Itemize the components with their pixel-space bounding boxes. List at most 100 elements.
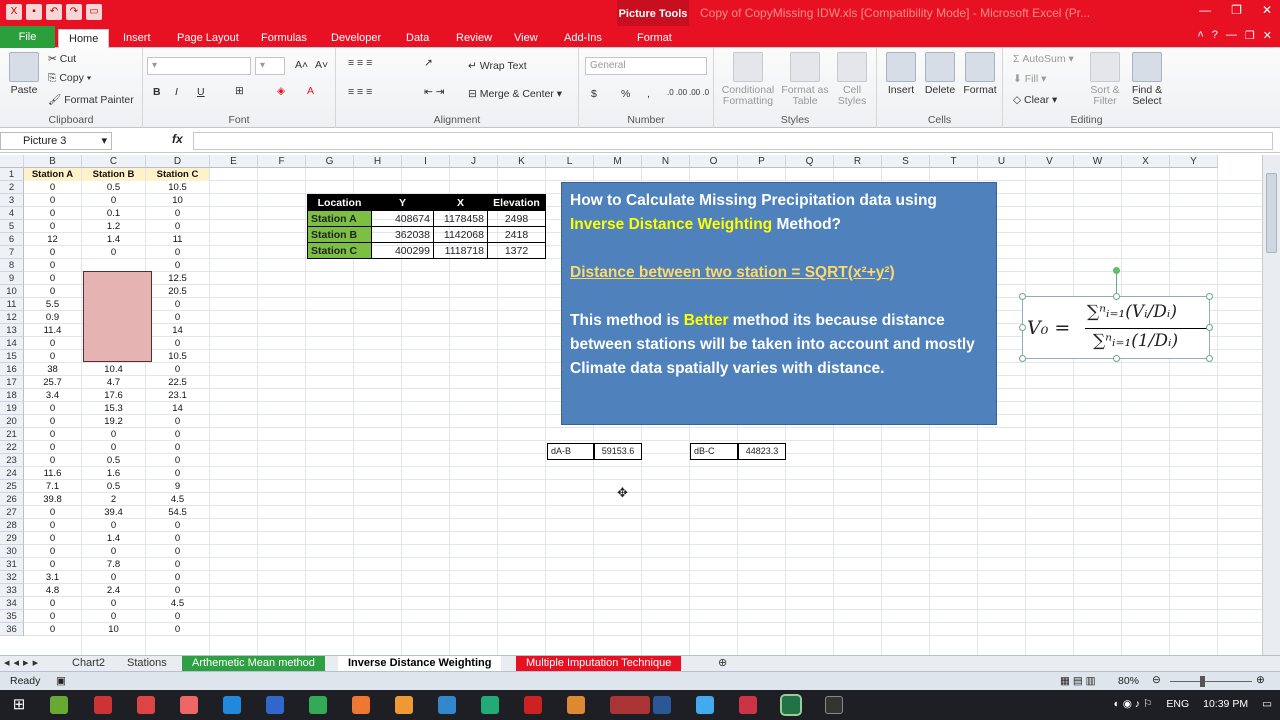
app-icon[interactable]	[223, 696, 241, 714]
data-cell[interactable]: 0	[24, 259, 81, 272]
tab-view[interactable]: View	[514, 29, 538, 48]
data-cell[interactable]: 1.2	[82, 220, 145, 233]
data-cell[interactable]: 15.3	[82, 402, 145, 415]
data-cell[interactable]: 1.6	[82, 467, 145, 480]
font-size-dropdown[interactable]: ▾	[255, 57, 285, 75]
row-header[interactable]: 21	[0, 428, 24, 441]
app-icon[interactable]	[481, 696, 499, 714]
location-cell[interactable]: Station A	[307, 210, 372, 227]
data-cell[interactable]: 0	[146, 337, 209, 350]
data-cell[interactable]: 0	[24, 337, 81, 350]
data-cell[interactable]: 0	[146, 415, 209, 428]
minimize-icon[interactable]: —	[1199, 3, 1211, 17]
column-header[interactable]: E	[210, 155, 258, 168]
row-header[interactable]: 18	[0, 389, 24, 402]
sheet-tab-arithmetic-mean[interactable]: Arthemetic Mean method	[182, 656, 325, 671]
app-icon[interactable]	[524, 696, 542, 714]
data-cell[interactable]: 38	[24, 363, 81, 376]
column-header[interactable]: C	[82, 155, 146, 168]
data-cell[interactable]: 0	[146, 298, 209, 311]
data-cell[interactable]: 0	[82, 610, 145, 623]
x-header[interactable]: X	[433, 194, 488, 211]
resize-handle[interactable]	[1019, 355, 1026, 362]
clear-button[interactable]: ◇ Clear ▾	[1013, 94, 1057, 106]
column-header[interactable]: K	[498, 155, 546, 168]
data-cell[interactable]: 9	[146, 480, 209, 493]
data-cell[interactable]: 4.7	[82, 376, 145, 389]
fill-button[interactable]: ⬇ Fill ▾	[1013, 73, 1046, 85]
row-header[interactable]: 14	[0, 337, 24, 350]
y-cell[interactable]: 362038	[371, 226, 434, 243]
worksheet-grid[interactable]: BCDEFGHIJKLMNOPQRSTUVWXY 1 2 3 4 5 6 7 8 9 10 11 12…	[0, 155, 1262, 655]
data-cell[interactable]: 0	[24, 623, 81, 636]
grow-font-button[interactable]: A˄	[295, 59, 308, 71]
format-cells-button[interactable]: Format	[961, 52, 999, 96]
elevation-cell[interactable]: 2498	[487, 210, 546, 227]
orientation-icon[interactable]: ↗	[424, 57, 433, 69]
idw-equation-picture[interactable]: V₀ = ∑ⁿᵢ₌₁(Vᵢ/Dᵢ) ∑ⁿᵢ₌₁(1/Dᵢ)	[1019, 267, 1213, 362]
data-cell[interactable]: 0	[24, 519, 81, 532]
merge-center-button[interactable]: ⊟ Merge & Center ▾	[468, 88, 562, 100]
close-icon[interactable]: ✕	[1262, 3, 1272, 17]
row-header[interactable]: 11	[0, 298, 24, 311]
data-cell[interactable]: 0	[82, 571, 145, 584]
column-header[interactable]: S	[882, 155, 930, 168]
clock[interactable]: 10:39 PM	[1203, 698, 1248, 710]
tab-home[interactable]: Home	[58, 29, 110, 48]
data-cell[interactable]: 20.5	[146, 285, 209, 298]
column-header[interactable]: Y	[1170, 155, 1218, 168]
data-cell[interactable]: 0	[24, 402, 81, 415]
location-header[interactable]: Location	[307, 194, 372, 211]
elevation-header[interactable]: Elevation	[487, 194, 546, 211]
app-icon[interactable]	[94, 696, 112, 714]
row-header[interactable]: 29	[0, 532, 24, 545]
data-cell[interactable]: 0	[146, 207, 209, 220]
font-color-icon[interactable]: A	[307, 85, 314, 97]
app-icon[interactable]	[395, 696, 413, 714]
column-header[interactable]: F	[258, 155, 306, 168]
data-cell[interactable]: 0	[82, 441, 145, 454]
data-cell[interactable]: 10.4	[82, 363, 145, 376]
data-cell[interactable]: 7.8	[82, 558, 145, 571]
dab-label-cell[interactable]: dA-B	[547, 443, 594, 460]
decrease-decimal-button[interactable]: .00 .0	[689, 88, 709, 97]
tab-format[interactable]: Format	[637, 29, 672, 48]
data-cell[interactable]: 0	[24, 558, 81, 571]
row-header[interactable]: 33	[0, 584, 24, 597]
row-header[interactable]: 34	[0, 597, 24, 610]
data-cell[interactable]: 0	[24, 428, 81, 441]
cut-button[interactable]: ✂ Cut	[48, 53, 76, 65]
tab-developer[interactable]: Developer	[331, 29, 381, 48]
data-cell[interactable]: 3.4	[24, 389, 81, 402]
data-cell[interactable]: 0	[24, 246, 81, 259]
data-cell[interactable]: 0	[146, 545, 209, 558]
autosum-button[interactable]: Σ AutoSum ▾	[1013, 53, 1074, 65]
underline-button[interactable]: U	[197, 86, 205, 98]
data-cell[interactable]: 0	[82, 597, 145, 610]
conditional-formatting-button[interactable]: Conditional Formatting	[718, 52, 778, 107]
insert-function-icon[interactable]: fx	[172, 132, 183, 146]
doc-close-icon[interactable]: ✕	[1263, 29, 1272, 42]
tab-page-layout[interactable]: Page Layout	[177, 29, 239, 48]
data-cell[interactable]: 0	[146, 246, 209, 259]
data-cell[interactable]: 1.4	[82, 233, 145, 246]
app-icon[interactable]	[438, 696, 456, 714]
app-icon[interactable]	[309, 696, 327, 714]
sheet-tab-multiple-imputation[interactable]: Multiple Imputation Technique	[516, 656, 682, 671]
tab-file[interactable]: File	[0, 26, 55, 48]
data-cell[interactable]: 7.1	[24, 480, 81, 493]
data-cell[interactable]: 39.4	[82, 506, 145, 519]
macro-record-icon[interactable]: ▣	[56, 675, 66, 687]
number-format-dropdown[interactable]: General	[585, 57, 707, 75]
app-icon[interactable]	[50, 696, 68, 714]
x-cell[interactable]: 1118718	[433, 242, 488, 259]
app-icon[interactable]	[610, 696, 650, 714]
column-header[interactable]: B	[24, 155, 82, 168]
column-header[interactable]: W	[1074, 155, 1122, 168]
zoom-level[interactable]: 80%	[1118, 675, 1139, 687]
zoom-in-icon[interactable]: ⊕	[1256, 674, 1265, 686]
station-header[interactable]: Station B	[82, 168, 145, 181]
data-cell[interactable]: 0	[24, 545, 81, 558]
borders-icon[interactable]: ⊞	[235, 85, 244, 97]
data-cell[interactable]: 0	[146, 532, 209, 545]
